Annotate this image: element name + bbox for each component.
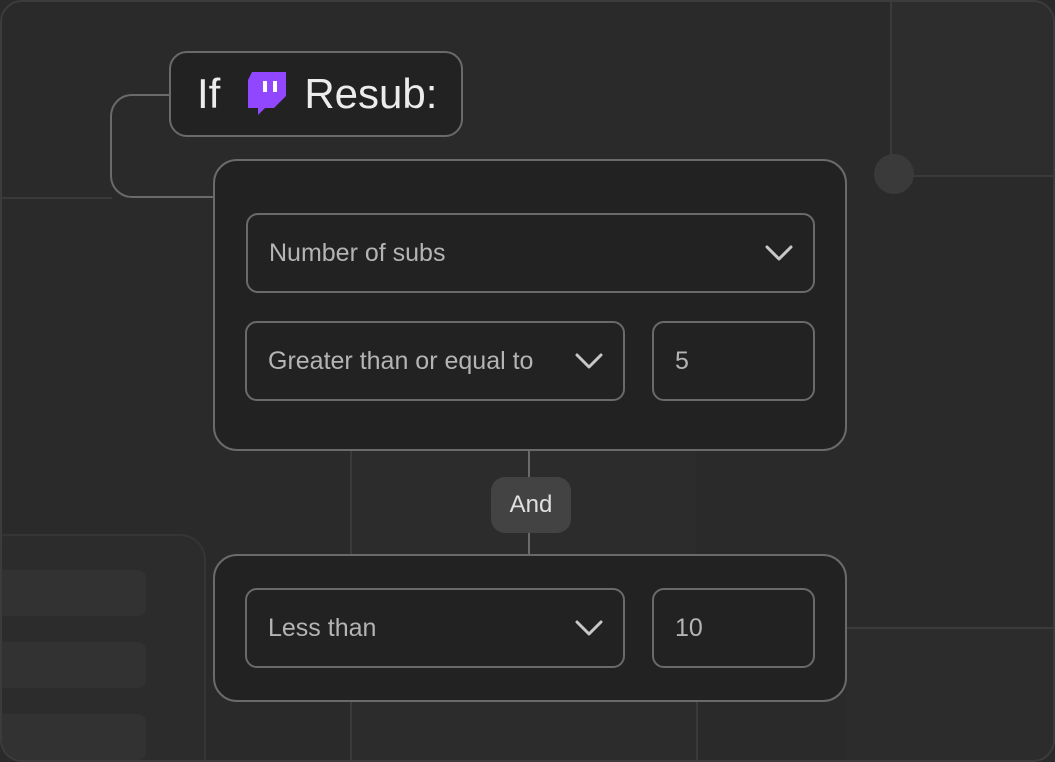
chevron-down-icon [575,620,603,636]
and-joiner-chip[interactable]: And [491,477,571,533]
background-panel-top-right [891,2,1053,176]
condition-card-2: Less than 10 [213,554,847,702]
flow-link-line [528,451,530,477]
background-panel-bottom-right [846,628,1053,760]
value-input-text: 5 [675,346,689,375]
background-divider [2,197,112,199]
background-divider [892,175,1053,177]
operator-select[interactable]: Less than [245,588,625,668]
value-input[interactable]: 5 [652,321,815,401]
field-select-value: Number of subs [269,238,446,267]
operator-select-value: Less than [268,613,377,642]
background-list-row [2,642,146,688]
chevron-down-icon [765,245,793,261]
field-select[interactable]: Number of subs [246,213,815,293]
background-list-row [2,714,146,760]
background-divider [890,2,892,174]
value-input[interactable]: 10 [652,588,815,668]
background-divider [696,700,698,760]
value-input-text: 10 [675,613,703,642]
automation-canvas: If Resub: Number of subs Greater than or… [0,0,1055,762]
and-label: And [509,491,553,518]
background-list-row [2,570,146,616]
trigger-label: Resub: [304,70,438,117]
background-divider [846,627,1053,629]
if-trigger-header[interactable]: If Resub: [169,51,463,137]
operator-select-value: Greater than or equal to [268,346,534,375]
background-list-card [2,534,206,760]
twitch-icon [248,72,287,116]
if-label: If [197,70,221,117]
flow-link-line [528,533,530,555]
connector-node[interactable] [874,154,914,194]
operator-select[interactable]: Greater than or equal to [245,321,625,401]
condition-card-1: Number of subs Greater than or equal to … [213,159,847,451]
chevron-down-icon [575,353,603,369]
